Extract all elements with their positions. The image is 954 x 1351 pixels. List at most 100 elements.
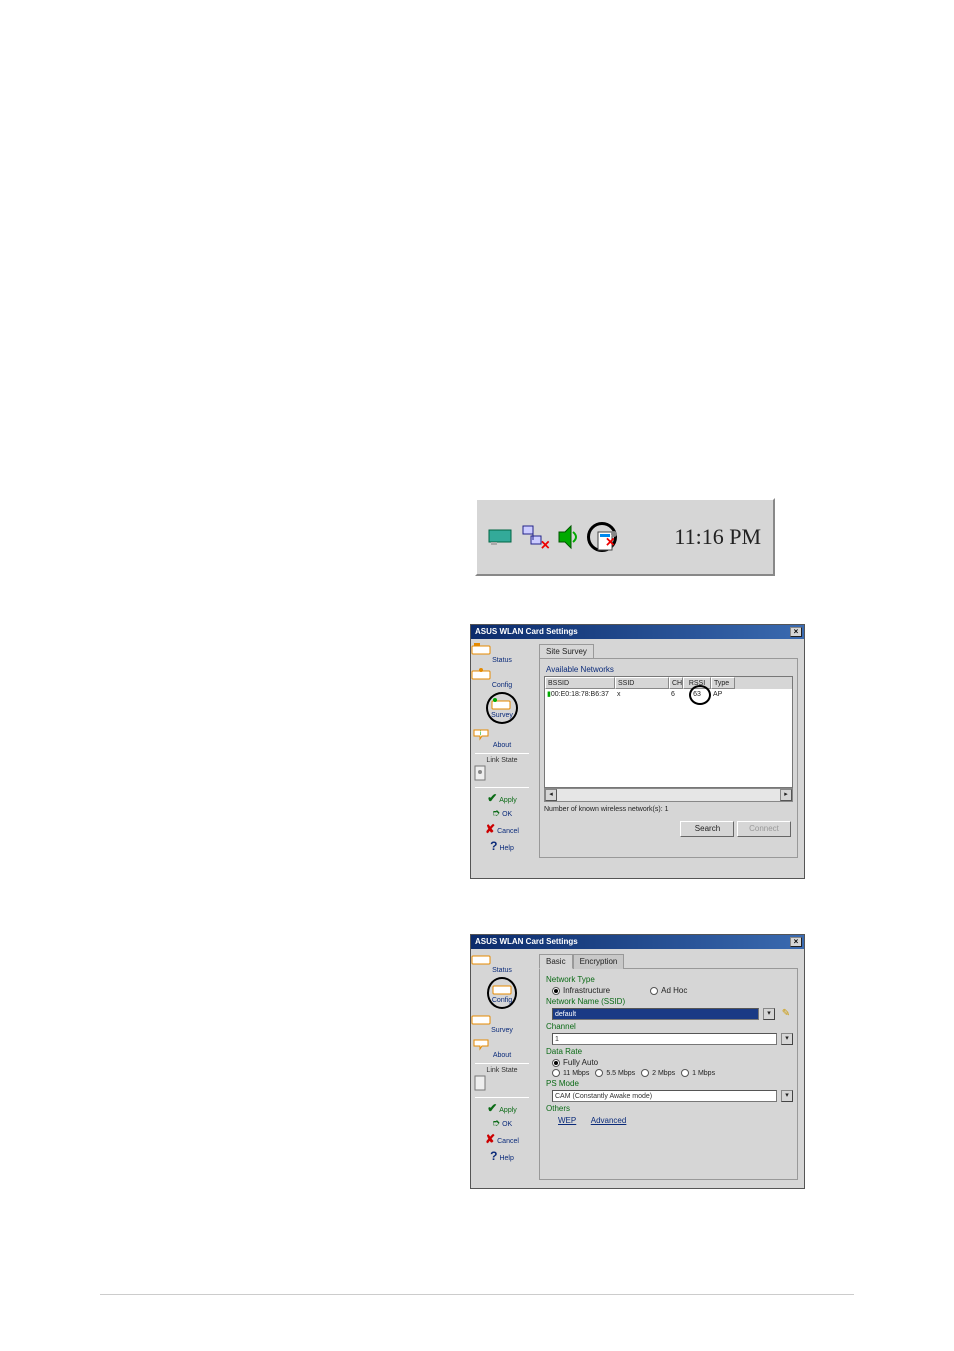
linkstate-label: Link State [486,1067,517,1074]
nav-status-label: Status [492,657,512,664]
radio-icon [595,1069,603,1077]
scroll-right-icon[interactable]: ▸ [780,789,792,801]
ssid-input[interactable]: default [552,1008,759,1020]
radio-11mbps[interactable]: 11 Mbps [552,1069,589,1077]
networks-listbox[interactable]: BSSID SSID CH RSSI Type ▮00:E0:18:78:B6:… [544,676,793,788]
radio-adhoc[interactable]: Ad Hoc [650,986,687,995]
nav-apply[interactable]: ✔Apply [471,790,533,807]
connect-button[interactable]: Connect [737,821,791,837]
radio-2mbps[interactable]: 2 Mbps [641,1069,675,1077]
col-ssid[interactable]: SSID [615,677,669,689]
main-pane: Site Survey Available Networks BSSID SSI… [533,639,804,878]
nav-about-label: About [493,1052,511,1059]
link-advanced[interactable]: Advanced [591,1116,627,1125]
psmode-select[interactable]: CAM (Constantly Awake mode) [552,1090,777,1102]
radio-icon [681,1069,689,1077]
tray-clock: 11:16 PM [674,524,765,550]
nav-survey-label: Survey [491,712,513,719]
close-icon[interactable]: × [790,937,802,947]
scroll-left-icon[interactable]: ◂ [545,789,557,801]
radio-icon [641,1069,649,1077]
wlan-utility-icon[interactable] [587,522,617,552]
ok-label: OK [502,1121,512,1128]
known-networks-count: Number of known wireless network(s): 1 [544,802,793,815]
dialog-title: ASUS WLAN Card Settings [475,625,578,639]
cell-type: AP [711,689,735,700]
radio-infrastructure[interactable]: Infrastructure [552,986,610,995]
side-nav: Status Config Survey i About Link State [471,639,533,878]
titlebar[interactable]: ASUS WLAN Card Settings × [471,935,804,949]
radio-icon [552,1059,560,1067]
cell-rssi: 63 [683,689,711,700]
nav-cancel[interactable]: ✘Cancel [471,821,533,838]
system-tray: 11:16 PM [475,498,775,576]
cell-bssid: ▮00:E0:18:78:B6:37 [545,689,615,700]
radio-1mbps[interactable]: 1 Mbps [681,1069,715,1077]
nav-status[interactable]: Status [471,641,533,666]
nav-config-label: Config [492,682,512,689]
group-datarate: Data Rate [546,1047,793,1056]
r11-label: 11 Mbps [563,1070,589,1077]
nav-help[interactable]: ?Help [471,838,533,855]
nav-about[interactable]: About [471,1036,533,1061]
search-button[interactable]: Search [680,821,734,837]
check-icon: ✔ [487,1101,497,1115]
chevron-down-icon[interactable]: ▾ [781,1090,793,1102]
nav-ok[interactable]: ➮ OK [471,807,533,821]
nav-help[interactable]: ?Help [471,1148,533,1165]
cell-ssid: x [615,689,669,700]
nav-ok[interactable]: ➮ OK [471,1117,533,1131]
group-network-type: Network Type [546,975,793,984]
fullyauto-label: Fully Auto [563,1058,598,1067]
radio-55mbps[interactable]: 5.5 Mbps [595,1069,635,1077]
nav-survey-label: Survey [491,1027,513,1034]
dialog-title: ASUS WLAN Card Settings [475,935,578,949]
apply-label: Apply [499,1107,517,1114]
tab-encryption[interactable]: Encryption [573,954,625,969]
chevron-down-icon[interactable]: ▾ [781,1033,793,1045]
radio-icon [552,987,560,995]
col-rssi[interactable]: RSSI [683,677,711,689]
side-nav: Status Config Survey About Link State [471,949,533,1188]
col-ch[interactable]: CH [669,677,683,689]
r2-label: 2 Mbps [652,1070,675,1077]
r1-label: 1 Mbps [692,1070,715,1077]
adhoc-label: Ad Hoc [661,986,687,995]
wlan-settings-survey-dialog: ASUS WLAN Card Settings × Status Config … [470,624,805,879]
network-disconnected-icon[interactable] [519,522,549,552]
radio-fully-auto[interactable]: Fully Auto [552,1058,598,1067]
question-icon: ? [490,839,497,853]
nav-about-label: About [493,742,511,749]
nav-survey[interactable]: Survey [471,691,533,726]
tab-basic[interactable]: Basic [539,954,573,969]
exit-icon: ➮ [492,1118,500,1129]
horizontal-scrollbar[interactable]: ◂ ▸ [544,788,793,802]
close-icon[interactable]: × [790,627,802,637]
nav-config-label: Config [492,997,512,1004]
nav-status[interactable]: Status [471,951,533,976]
help-label: Help [499,1155,513,1162]
chevron-down-icon[interactable]: ▾ [763,1008,775,1020]
nav-survey[interactable]: Survey [471,1011,533,1036]
r55-label: 5.5 Mbps [606,1070,635,1077]
col-bssid[interactable]: BSSID [545,677,615,689]
wlan-settings-config-dialog: ASUS WLAN Card Settings × Status Config … [470,934,805,1189]
titlebar[interactable]: ASUS WLAN Card Settings × [471,625,804,639]
main-pane: Basic Encryption Network Type Infrastruc… [533,949,804,1188]
pci-card-icon[interactable] [485,522,515,552]
nav-apply[interactable]: ✔Apply [471,1100,533,1117]
x-icon: ✘ [485,822,495,836]
nav-config[interactable]: Config [471,666,533,691]
channel-select[interactable]: 1 [552,1033,777,1045]
volume-icon[interactable] [553,522,583,552]
radio-icon [552,1069,560,1077]
nav-about[interactable]: i About [471,726,533,751]
tab-site-survey[interactable]: Site Survey [539,644,594,659]
nav-config[interactable]: Config [471,976,533,1011]
network-row[interactable]: ▮00:E0:18:78:B6:37 x 6 63 AP [545,689,792,700]
link-wep[interactable]: WEP [558,1116,576,1125]
col-type[interactable]: Type [711,677,735,689]
wizard-icon[interactable]: ✎ [779,1008,793,1020]
nav-cancel[interactable]: ✘Cancel [471,1131,533,1148]
group-ssid: Network Name (SSID) [546,997,793,1006]
